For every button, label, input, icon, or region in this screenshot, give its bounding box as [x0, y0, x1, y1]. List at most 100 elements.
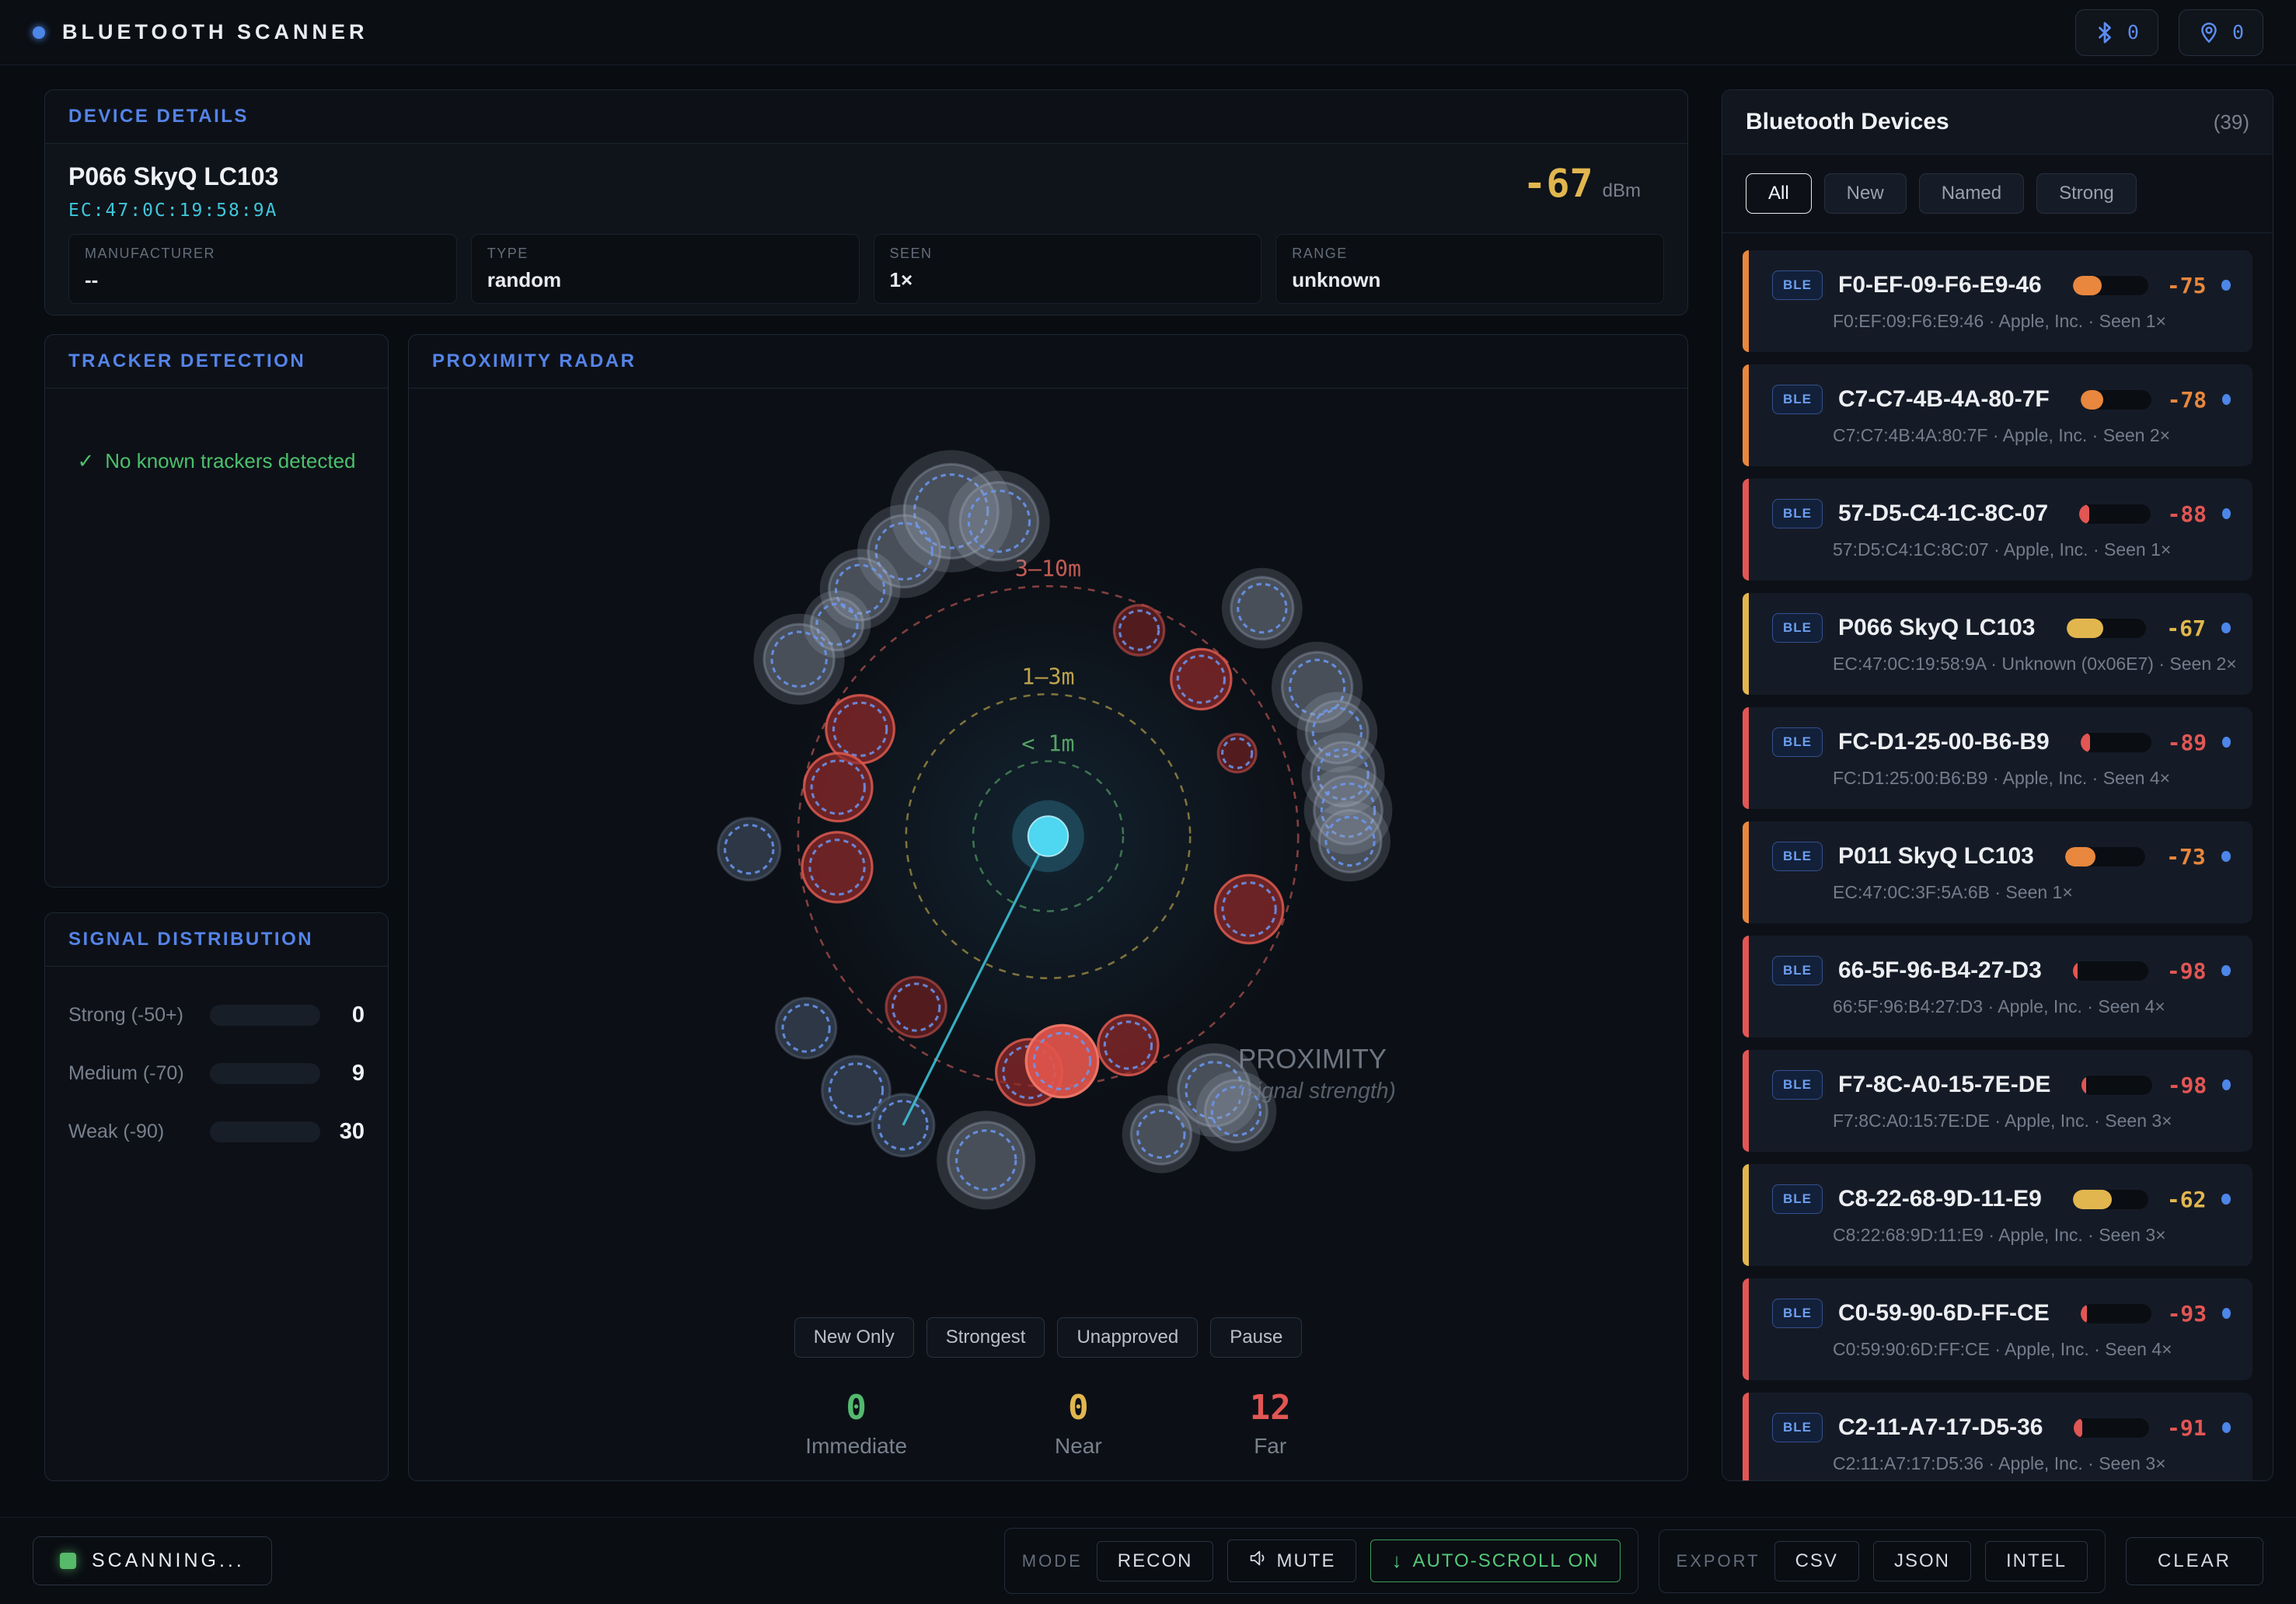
device-row-main: BLE C2-11-A7-17-D5-36 -91 [1772, 1413, 2231, 1442]
device-accent-bar [1743, 936, 1749, 1037]
radar-filter-strongest[interactable]: Strongest [926, 1317, 1045, 1358]
ble-badge: BLE [1772, 1070, 1823, 1100]
device-rssi: -67 [2162, 615, 2206, 641]
radar-proximity-stats: 0Immediate0Near12Far [409, 1388, 1687, 1459]
export-intel-button[interactable]: INTEL [1985, 1541, 2088, 1581]
field-range: RANGEunknown [1275, 234, 1664, 304]
field-value: -- [85, 268, 441, 292]
signal-strength-bar [2073, 961, 2148, 981]
device-list-item[interactable]: BLE C7-C7-4B-4A-80-7F -78 C7:C7:4B:4A:80… [1743, 364, 2252, 466]
device-rssi: -98 [2164, 958, 2206, 984]
device-accent-bar [1743, 593, 1749, 695]
bluetooth-count: 0 [2127, 21, 2139, 44]
radar-ring-label: 1–3m [1021, 664, 1074, 689]
proximity-stat-immediate: 0Immediate [805, 1388, 907, 1459]
signal-strength-bar [2073, 276, 2148, 295]
radar-device-dot[interactable] [960, 483, 1038, 560]
bluetooth-icon [2095, 21, 2115, 44]
filter-tab-new[interactable]: New [1824, 173, 1907, 214]
device-name: 57-D5-C4-1C-8C-07 [1838, 500, 2048, 527]
radar-device-dot[interactable] [1026, 1025, 1098, 1097]
scanning-indicator-icon [60, 1553, 76, 1569]
filter-tab-strong[interactable]: Strong [2036, 173, 2137, 214]
filter-tab-named[interactable]: Named [1919, 173, 2024, 214]
filter-tab-all[interactable]: All [1746, 173, 1812, 214]
signal-strength-bar [2081, 1304, 2151, 1323]
rssi-value: -67 [1523, 161, 1593, 206]
radar-device-dot[interactable] [1319, 811, 1381, 873]
proximity-radar-panel: PROXIMITY RADAR < 1m1–3m3–10mPROXIMITY(s… [408, 334, 1688, 1481]
signal-row-label: Weak (-90) [68, 1121, 210, 1143]
radar-header: PROXIMITY RADAR [409, 335, 1687, 389]
stat-label: Near [1055, 1434, 1102, 1459]
ble-badge: BLE [1772, 1413, 1823, 1442]
device-name: 66-5F-96-B4-27-D3 [1838, 957, 2042, 984]
device-accent-bar [1743, 250, 1749, 352]
proximity-stat-far: 12Far [1250, 1388, 1291, 1459]
radar-device-dot[interactable] [1098, 1015, 1158, 1075]
main-area: DEVICE DETAILS P066 SkyQ LC103 EC:47:0C:… [0, 65, 2296, 1517]
tracker-status: ✓ No known trackers detected [77, 449, 355, 473]
radar-device-dot[interactable] [1231, 577, 1293, 640]
scanning-button[interactable]: SCANNING... [33, 1536, 272, 1585]
clear-button[interactable]: CLEAR [2126, 1537, 2263, 1585]
tracker-detection-panel: TRACKER DETECTION ✓ No known trackers de… [44, 334, 389, 887]
radar-filter-new-only[interactable]: New Only [794, 1317, 914, 1358]
device-accent-bar [1743, 479, 1749, 581]
device-rssi: -73 [2161, 844, 2206, 870]
device-name: FC-D1-25-00-B6-B9 [1838, 729, 2050, 755]
device-list-item[interactable]: BLE P066 SkyQ LC103 -67 EC:47:0C:19:58:9… [1743, 593, 2252, 695]
radar-device-dot[interactable] [886, 977, 946, 1037]
radar-visualization: < 1m1–3m3–10mPROXIMITY(signal strength) [409, 386, 1687, 1286]
device-name: C7-C7-4B-4A-80-7F [1838, 386, 2050, 413]
bluetooth-count-badge: 0 [2075, 9, 2158, 56]
signal-strength-bar [2065, 847, 2145, 867]
device-list-item[interactable]: BLE 66-5F-96-B4-27-D3 -98 66:5F:96:B4:27… [1743, 936, 2252, 1037]
radar-device-dot[interactable] [1215, 875, 1282, 943]
device-status-dot [2222, 508, 2231, 519]
device-row-main: BLE F7-8C-A0-15-7E-DE -98 [1772, 1070, 2231, 1100]
device-list-item[interactable]: BLE C0-59-90-6D-FF-CE -93 C0:59:90:6D:FF… [1743, 1278, 2252, 1380]
signal-row-count: 9 [320, 1061, 365, 1086]
autoscroll-button[interactable]: ↓ AUTO-SCROLL ON [1370, 1539, 1620, 1582]
device-list-item[interactable]: BLE C2-11-A7-17-D5-36 -91 C2:11:A7:17:D5… [1743, 1393, 2252, 1481]
device-row-main: BLE 57-D5-C4-1C-8C-07 -88 [1772, 499, 2231, 528]
device-list-item[interactable]: BLE F7-8C-A0-15-7E-DE -98 F7:8C:A0:15:7E… [1743, 1050, 2252, 1152]
device-accent-bar [1743, 1164, 1749, 1266]
signal-row-label: Medium (-70) [68, 1062, 210, 1085]
device-list-item[interactable]: BLE FC-D1-25-00-B6-B9 -89 FC:D1:25:00:B6… [1743, 707, 2252, 809]
radar-filter-unapproved[interactable]: Unapproved [1057, 1317, 1198, 1358]
device-list-item[interactable]: BLE P011 SkyQ LC103 -73 EC:47:0C:3F:5A:6… [1743, 821, 2252, 923]
radar-device-dot[interactable] [776, 998, 836, 1058]
speaker-icon [1248, 1549, 1267, 1573]
field-manufacturer: MANUFACTURER-- [68, 234, 457, 304]
mode-recon-button[interactable]: RECON [1097, 1541, 1214, 1581]
device-details-header: DEVICE DETAILS [45, 90, 1687, 144]
radar-device-dot[interactable] [802, 832, 872, 902]
signal-title: SIGNAL DISTRIBUTION [68, 929, 313, 950]
radar-device-dot[interactable] [718, 818, 780, 880]
device-subtitle: C7:C7:4B:4A:80:7F · Apple, Inc. · Seen 2… [1833, 425, 2231, 446]
device-rssi: -91 [2165, 1415, 2207, 1441]
tracker-title: TRACKER DETECTION [68, 350, 305, 372]
device-list-item[interactable]: BLE 57-D5-C4-1C-8C-07 -88 57:D5:C4:1C:8C… [1743, 479, 2252, 581]
radar-device-dot[interactable] [804, 753, 872, 821]
export-json-button[interactable]: JSON [1873, 1541, 1971, 1581]
radar-device-dot[interactable] [948, 1122, 1024, 1198]
radar-device-dot[interactable] [1218, 734, 1256, 772]
device-name: C8-22-68-9D-11-E9 [1838, 1186, 2042, 1212]
device-list-item[interactable]: BLE F0-EF-09-F6-E9-46 -75 F0:EF:09:F6:E9… [1743, 250, 2252, 352]
export-group: EXPORT CSVJSONINTEL [1659, 1529, 2106, 1593]
radar-device-dot[interactable] [1171, 649, 1231, 709]
radar-device-dot[interactable] [764, 624, 834, 694]
export-csv-button[interactable]: CSV [1774, 1541, 1859, 1581]
mode-label: MODE [1022, 1551, 1083, 1571]
mute-button[interactable]: MUTE [1227, 1539, 1356, 1582]
ble-badge: BLE [1772, 727, 1823, 757]
signal-rows: Strong (-50+)0Medium (-70)9Weak (-90)30 [45, 967, 388, 1180]
rssi-unit: dBm [1603, 180, 1641, 202]
radar-filter-pause[interactable]: Pause [1210, 1317, 1302, 1358]
signal-row: Weak (-90)30 [68, 1119, 365, 1145]
device-list-item[interactable]: BLE C8-22-68-9D-11-E9 -62 C8:22:68:9D:11… [1743, 1164, 2252, 1266]
radar-device-dot[interactable] [1114, 605, 1164, 655]
